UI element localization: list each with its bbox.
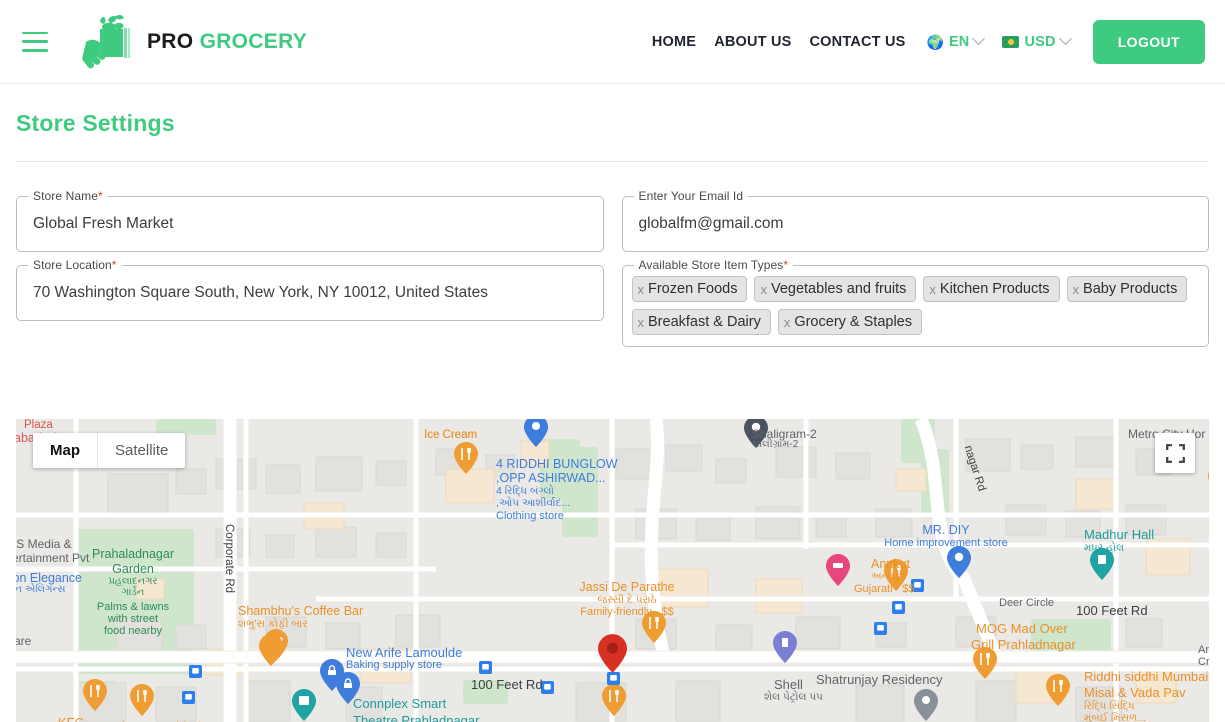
chip-label: Breakfast & Dairy bbox=[648, 314, 761, 330]
chip-remove-icon[interactable]: x bbox=[760, 283, 767, 296]
chip-remove-icon[interactable]: x bbox=[929, 283, 936, 296]
page-title: Store Settings bbox=[16, 110, 175, 136]
fullscreen-icon[interactable] bbox=[1155, 433, 1195, 473]
store-name-field[interactable]: Store Name* Global Fresh Market bbox=[16, 189, 604, 252]
globe-icon: 🌍 bbox=[926, 33, 944, 50]
item-type-chip[interactable]: x Vegetables and fruits bbox=[754, 276, 917, 302]
email-label: Enter Your Email Id bbox=[633, 189, 749, 203]
chip-label: Grocery & Staples bbox=[794, 314, 912, 330]
email-input[interactable]: globalfm@gmail.com bbox=[623, 197, 1209, 251]
brand-pro: PRO bbox=[147, 29, 194, 53]
store-location-map[interactable]: Map Satellite Ice Cream 4 RIDDHI BUNGLOW… bbox=[16, 419, 1209, 722]
item-type-chip[interactable]: x Baby Products bbox=[1066, 276, 1188, 302]
chevron-down-icon bbox=[1058, 32, 1072, 46]
chevron-down-icon bbox=[972, 32, 986, 46]
chip-remove-icon[interactable]: x bbox=[638, 316, 645, 329]
brand-grocery: GROCERY bbox=[199, 29, 308, 53]
map-canvas bbox=[16, 419, 1209, 722]
chip-label: Frozen Foods bbox=[648, 281, 738, 297]
map-type-control[interactable]: Map Satellite bbox=[33, 433, 186, 468]
grocery-bag-icon bbox=[82, 14, 131, 68]
language-value: EN bbox=[948, 33, 970, 50]
map-type-satellite-button[interactable]: Satellite bbox=[97, 433, 186, 468]
map-type-map-button[interactable]: Map bbox=[33, 433, 97, 468]
store-location-field[interactable]: Store Location* 70 Washington Square Sou… bbox=[16, 258, 604, 321]
logout-button[interactable]: LOGOUT bbox=[1092, 19, 1205, 64]
form-column-left: Store Name* Global Fresh Market Store Lo… bbox=[16, 189, 604, 360]
money-icon bbox=[1002, 35, 1020, 48]
currency-selector[interactable]: USD bbox=[990, 32, 1076, 50]
chip-remove-icon[interactable]: x bbox=[784, 316, 791, 329]
nav-item-home[interactable]: HOME bbox=[643, 34, 705, 50]
app-header: PRO GROCERY HOME ABOUT US CONTACT US 🌍 E… bbox=[0, 0, 1225, 84]
form-column-right: Enter Your Email Id globalfm@gmail.com A… bbox=[621, 189, 1209, 360]
nav-item-about-us[interactable]: ABOUT US bbox=[705, 34, 800, 50]
item-types-chip-list: x Frozen Foods x Vegetables and fruits x Kitc… bbox=[631, 276, 1200, 335]
store-location-input[interactable]: 70 Washington Square South, New York, NY… bbox=[17, 266, 603, 320]
hamburger-icon[interactable] bbox=[22, 31, 48, 52]
language-selector[interactable]: 🌍 EN bbox=[915, 32, 991, 50]
brand-text: PRO GROCERY bbox=[147, 30, 307, 54]
currency-value: USD bbox=[1024, 33, 1056, 50]
chip-label: Kitchen Products bbox=[939, 281, 1050, 297]
nav-item-contact-us[interactable]: CONTACT US bbox=[801, 34, 915, 50]
main-nav: HOME ABOUT US CONTACT US 🌍 EN USD LOGOUT bbox=[643, 19, 1205, 64]
item-types-label: Available Store Item Types* bbox=[633, 258, 794, 272]
chip-label: Vegetables and fruits bbox=[770, 281, 907, 297]
store-settings-form: Store Name* Global Fresh Market Store Lo… bbox=[0, 162, 1225, 360]
item-type-chip[interactable]: x Breakfast & Dairy bbox=[631, 309, 771, 335]
chip-label: Baby Products bbox=[1083, 281, 1178, 297]
store-name-input[interactable]: Global Fresh Market bbox=[17, 197, 603, 251]
email-field[interactable]: Enter Your Email Id globalfm@gmail.com bbox=[621, 189, 1209, 252]
store-location-label: Store Location* bbox=[28, 258, 122, 272]
store-name-label: Store Name* bbox=[28, 189, 108, 203]
brand-logo-link[interactable]: PRO GROCERY bbox=[78, 14, 307, 70]
item-type-chip[interactable]: x Frozen Foods bbox=[631, 276, 748, 302]
fullscreen-glyph bbox=[1165, 443, 1185, 463]
required-marker: * bbox=[98, 189, 103, 203]
required-marker: * bbox=[111, 258, 117, 272]
item-type-chip[interactable]: x Grocery & Staples bbox=[777, 309, 922, 335]
required-marker: * bbox=[783, 258, 789, 272]
chip-remove-icon[interactable]: x bbox=[638, 283, 645, 296]
item-types-field[interactable]: Available Store Item Types* x Frozen Food… bbox=[621, 258, 1209, 347]
item-type-chip[interactable]: x Kitchen Products bbox=[923, 276, 1060, 302]
page-header: Store Settings bbox=[0, 84, 1225, 137]
chip-remove-icon[interactable]: x bbox=[1073, 283, 1080, 296]
